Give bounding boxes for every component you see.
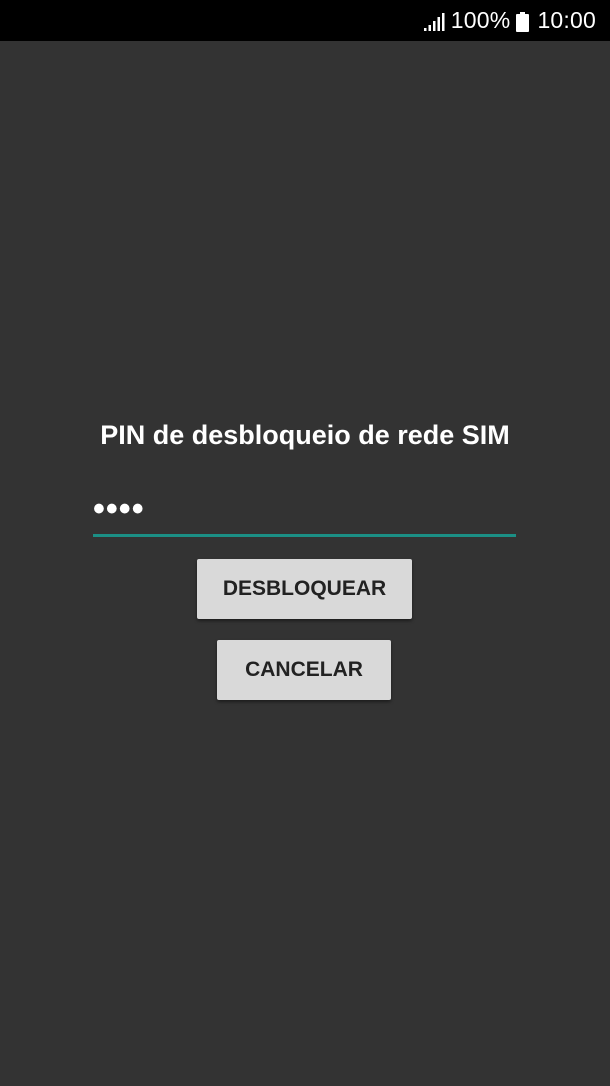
cancel-button[interactable]: CANCELAR xyxy=(217,640,391,700)
pin-input[interactable]: •••• xyxy=(93,487,516,537)
status-bar: 100% 10:00 xyxy=(0,0,610,41)
dialog-title: PIN de desbloqueio de rede SIM xyxy=(100,420,510,450)
signal-bars-icon xyxy=(423,11,445,31)
status-time: 10:00 xyxy=(537,7,596,33)
unlock-button[interactable]: DESBLOQUEAR xyxy=(197,559,412,619)
battery-full-icon xyxy=(516,11,530,32)
battery-percent: 100% xyxy=(450,7,511,33)
pin-value: •••• xyxy=(93,490,145,528)
status-indicators: 100% 10:00 xyxy=(423,0,596,41)
